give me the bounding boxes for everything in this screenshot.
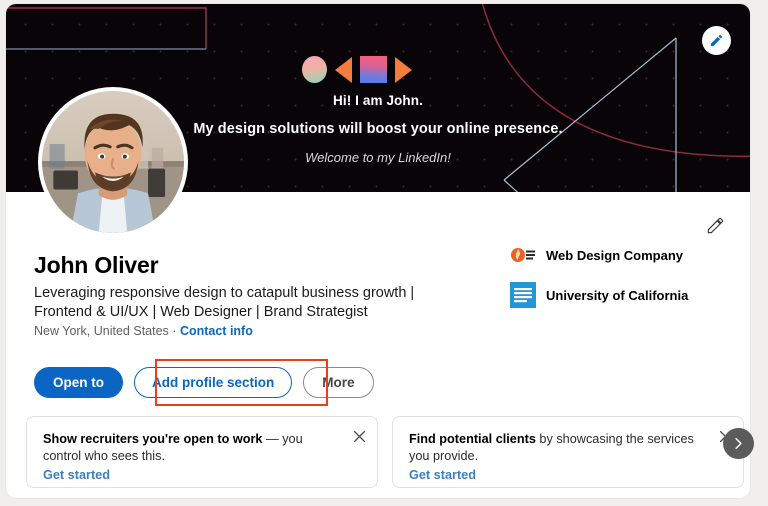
promo-card-recruiters: Show recruiters you're open to work — yo… xyxy=(26,416,378,488)
organizations-list: Web Design Company University of Califor… xyxy=(510,242,688,308)
circle-shape-icon xyxy=(302,56,327,83)
pencil-icon xyxy=(707,217,723,233)
company-name: Web Design Company xyxy=(546,247,684,263)
page-title: John Oliver xyxy=(34,252,159,278)
promo-text: Show recruiters you're open to work — yo… xyxy=(43,431,343,465)
company-logo-icon xyxy=(510,242,536,268)
promo-bold-text: Show recruiters you're open to work xyxy=(43,432,263,446)
chevron-right-icon xyxy=(735,437,742,450)
profile-headline: Leveraging responsive design to catapult… xyxy=(34,285,415,320)
company-emblem-icon xyxy=(511,248,535,262)
contact-info-link[interactable]: Contact info xyxy=(180,324,253,338)
profile-card: Hi! I am John. My design solutions will … xyxy=(6,4,750,498)
pencil-icon xyxy=(710,34,723,47)
profile-action-buttons: Open to Add profile section More xyxy=(34,359,374,406)
promo-text: Find potential clients by showcasing the… xyxy=(409,431,709,465)
organization-company[interactable]: Web Design Company xyxy=(510,242,688,268)
linkedin-profile-page: Hi! I am John. My design solutions will … xyxy=(0,0,768,506)
get-started-link[interactable]: Get started xyxy=(43,468,110,482)
add-profile-section-button[interactable]: Add profile section xyxy=(134,367,293,398)
edit-intro-button[interactable] xyxy=(702,212,728,238)
school-logo-icon xyxy=(510,282,536,308)
close-glyph-icon xyxy=(353,430,365,442)
profile-location: New York, United States · Contact info xyxy=(34,324,253,338)
triangle-right-shape-icon xyxy=(395,56,412,83)
location-separator: · xyxy=(172,324,177,338)
open-to-button[interactable]: Open to xyxy=(34,367,123,398)
promo-bold-text: Find potential clients xyxy=(409,432,536,446)
school-name: University of California xyxy=(546,287,689,303)
carousel-next-button[interactable] xyxy=(723,428,754,459)
avatar-image xyxy=(42,91,184,233)
location-text: New York, United States xyxy=(34,324,169,338)
promo-cards-carousel: Show recruiters you're open to work — yo… xyxy=(26,416,744,488)
close-icon[interactable] xyxy=(351,428,367,444)
banner-decorative-shapes xyxy=(302,56,412,83)
organization-school[interactable]: University of California xyxy=(510,282,688,308)
triangle-left-shape-icon xyxy=(335,56,352,83)
profile-photo-illustration xyxy=(42,91,184,233)
avatar[interactable] xyxy=(38,87,188,237)
promo-card-clients: Find potential clients by showcasing the… xyxy=(392,416,744,488)
school-emblem-icon xyxy=(510,282,536,308)
more-button[interactable]: More xyxy=(303,367,374,398)
get-started-link[interactable]: Get started xyxy=(409,468,476,482)
square-shape-icon xyxy=(360,56,387,83)
edit-banner-button[interactable] xyxy=(702,26,731,55)
